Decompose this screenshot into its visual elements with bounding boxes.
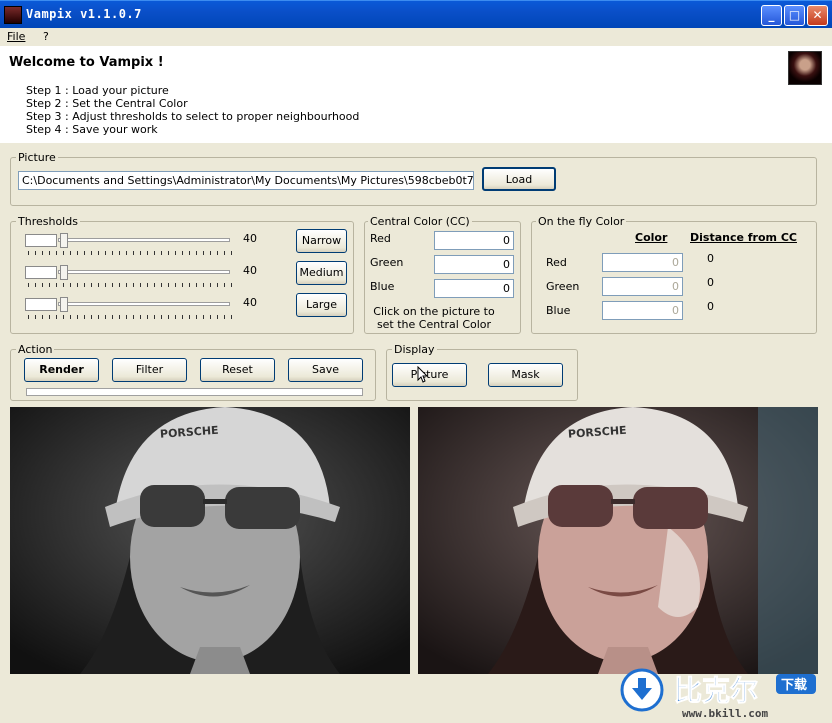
- fly-color-group-label: On the fly Color: [536, 215, 627, 228]
- large-button[interactable]: Large: [296, 293, 347, 317]
- slider-thumb[interactable]: [60, 265, 68, 280]
- svg-text:比克尔: 比克尔: [674, 674, 758, 707]
- threshold-slider-3[interactable]: [24, 296, 232, 320]
- step-2: Step 2 : Set the Central Color: [26, 97, 188, 110]
- menu-bar: File ?: [0, 28, 832, 46]
- cc-red-input[interactable]: 0: [434, 231, 514, 250]
- rendered-photo-art: PORSCHE: [418, 407, 818, 674]
- narrow-button[interactable]: Narrow: [296, 229, 347, 253]
- watermark-logo: 比克尔 下载 www.bkill.com: [618, 666, 824, 720]
- fly-blue-label: Blue: [546, 304, 571, 317]
- svg-text:下载: 下载: [781, 677, 807, 693]
- cc-green-input[interactable]: 0: [434, 255, 514, 274]
- cc-blue-input[interactable]: 0: [434, 279, 514, 298]
- cc-hint: Click on the picture to set the Central …: [373, 305, 495, 331]
- slider-thumb[interactable]: [60, 233, 68, 248]
- fly-green-label: Green: [546, 280, 580, 293]
- save-button[interactable]: Save: [288, 358, 363, 382]
- fly-distance-column-header: Distance from CC: [690, 231, 797, 244]
- fly-green-distance: 0: [707, 276, 714, 289]
- action-group-label: Action: [16, 343, 55, 356]
- picture-group-label: Picture: [16, 151, 58, 164]
- svg-text:www.bkill.com: www.bkill.com: [682, 707, 768, 720]
- threshold-slider-2[interactable]: [24, 264, 232, 288]
- render-button[interactable]: Render: [24, 358, 99, 382]
- render-progress-bar: [26, 388, 363, 396]
- maximize-button[interactable]: □: [784, 5, 805, 26]
- slider-thumb[interactable]: [60, 297, 68, 312]
- fly-red-label: Red: [546, 256, 567, 269]
- cc-green-label: Green: [370, 256, 404, 269]
- menu-help[interactable]: ?: [43, 30, 49, 43]
- load-button[interactable]: Load: [482, 167, 556, 191]
- thresholds-group-label: Thresholds: [16, 215, 80, 228]
- title-bar[interactable]: Vampix v1.1.0.7 _ □ ✕: [0, 0, 832, 28]
- cc-blue-label: Blue: [370, 280, 395, 293]
- threshold-slider-1[interactable]: [24, 232, 232, 256]
- threshold-value-3: 40: [243, 296, 257, 309]
- menu-file[interactable]: File: [7, 30, 25, 43]
- original-picture[interactable]: PORSCHE: [10, 407, 410, 674]
- welcome-panel: Welcome to Vampix ! Step 1 : Load your p…: [0, 46, 832, 143]
- rendered-picture[interactable]: PORSCHE: [418, 407, 818, 674]
- cc-red-label: Red: [370, 232, 391, 245]
- reset-button[interactable]: Reset: [200, 358, 275, 382]
- vampire-logo: [788, 51, 822, 85]
- display-group-label: Display: [392, 343, 437, 356]
- central-color-group-label: Central Color (CC): [368, 215, 472, 228]
- fly-blue-input: 0: [602, 301, 683, 320]
- app-icon: [4, 6, 22, 24]
- fly-red-input: 0: [602, 253, 683, 272]
- step-1: Step 1 : Load your picture: [26, 84, 169, 97]
- step-3: Step 3 : Adjust thresholds to select to …: [26, 110, 360, 123]
- window-title: Vampix v1.1.0.7: [26, 7, 142, 21]
- filter-button[interactable]: Filter: [112, 358, 187, 382]
- fly-green-input: 0: [602, 277, 683, 296]
- mask-button[interactable]: Mask: [488, 363, 563, 387]
- welcome-title: Welcome to Vampix !: [9, 55, 164, 70]
- picture-button[interactable]: Picture: [392, 363, 467, 387]
- minimize-button[interactable]: _: [761, 5, 782, 26]
- original-photo-art: PORSCHE: [10, 407, 410, 674]
- threshold-value-2: 40: [243, 264, 257, 277]
- medium-button[interactable]: Medium: [296, 261, 347, 285]
- fly-color-column-header: Color: [635, 231, 668, 244]
- fly-blue-distance: 0: [707, 300, 714, 313]
- fly-red-distance: 0: [707, 252, 714, 265]
- threshold-value-1: 40: [243, 232, 257, 245]
- picture-path-input[interactable]: C:\Documents and Settings\Administrator\…: [18, 171, 474, 190]
- bkill-logo-icon: 比克尔 下载 www.bkill.com: [620, 668, 816, 720]
- mouse-cursor-icon: [417, 366, 429, 383]
- step-4: Step 4 : Save your work: [26, 123, 158, 136]
- close-button[interactable]: ✕: [807, 5, 828, 26]
